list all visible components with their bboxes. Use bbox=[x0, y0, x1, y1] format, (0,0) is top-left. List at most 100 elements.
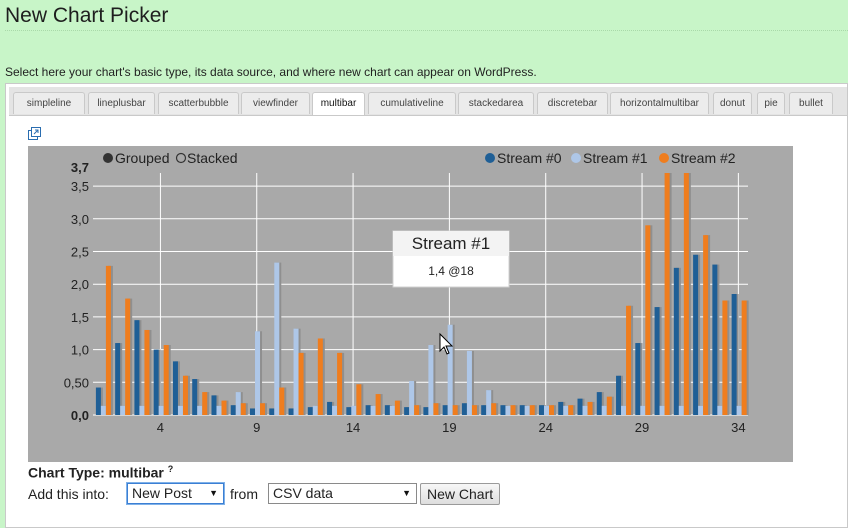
bar-stream-1 bbox=[139, 405, 145, 415]
bar-stream-1 bbox=[505, 405, 511, 415]
bar-stream-0 bbox=[288, 408, 294, 415]
bar-stream-2 bbox=[529, 405, 535, 415]
bar-stream-0 bbox=[693, 254, 699, 415]
bar-stream-2 bbox=[433, 403, 439, 415]
bar-stream-2 bbox=[471, 405, 477, 415]
bar-stream-0 bbox=[134, 320, 140, 415]
y-tick-label: 2,5 bbox=[71, 244, 89, 259]
bar-stream-0 bbox=[731, 294, 737, 415]
bar-stream-1 bbox=[717, 405, 723, 415]
bar-stream-2 bbox=[606, 396, 612, 415]
bar-stream-0 bbox=[635, 343, 641, 415]
bar-stream-0 bbox=[250, 408, 256, 415]
bar-stream-2 bbox=[548, 405, 555, 415]
bar-stream-2 bbox=[221, 400, 227, 415]
bar-stream-0 bbox=[153, 349, 159, 415]
bar-stream-1 bbox=[698, 405, 704, 415]
chart-type-label: Chart Type: multibar ? bbox=[28, 464, 173, 481]
y-tick-label: 0,50 bbox=[64, 375, 89, 390]
bar-stream-1 bbox=[543, 405, 549, 415]
bar-stream-1 bbox=[158, 405, 164, 415]
tab-simpleline[interactable]: simpleline bbox=[13, 92, 85, 114]
new-chart-button[interactable]: New Chart bbox=[420, 483, 501, 505]
bar-stream-1 bbox=[736, 405, 742, 415]
legend-swatch-icon bbox=[571, 153, 581, 163]
bar-stream-0 bbox=[481, 405, 487, 415]
bar-stream-1 bbox=[409, 380, 415, 415]
tab-cumulativeline[interactable]: cumulativeline bbox=[368, 92, 456, 114]
bar-stream-0 bbox=[192, 379, 198, 415]
help-icon[interactable]: ? bbox=[168, 464, 174, 474]
bar-stream-1 bbox=[640, 405, 646, 415]
page-description: Select here your chart's basic type, its… bbox=[5, 65, 537, 79]
chart-type-text: Chart Type: multibar bbox=[28, 464, 164, 481]
tooltip-title: Stream #1 bbox=[412, 234, 490, 253]
stacked-radio-icon bbox=[175, 152, 187, 164]
data-source-value: CSV data bbox=[273, 485, 333, 501]
data-source-select[interactable]: CSV data ▼ bbox=[268, 483, 417, 504]
grouped-radio-icon bbox=[103, 153, 113, 163]
chart-picker-panel: simpleline lineplusbar scatterbubble viewfi… bbox=[5, 83, 848, 528]
dropdown-arrow-icon: ▼ bbox=[402, 488, 411, 498]
tab-bullet[interactable]: bullet bbox=[789, 92, 833, 114]
page-title: New Chart Picker bbox=[5, 4, 169, 27]
tab-horizontalmultibar[interactable]: horizontalmultibar bbox=[610, 92, 709, 114]
bar-stream-0 bbox=[712, 264, 718, 415]
bar-stream-0 bbox=[365, 405, 371, 415]
y-max-label: 3,7 bbox=[71, 160, 89, 175]
bar-stream-2 bbox=[163, 345, 169, 415]
bar-stream-1 bbox=[235, 392, 241, 415]
bar-stream-2 bbox=[722, 300, 728, 415]
bar-stream-1 bbox=[255, 331, 261, 415]
bar-stream-1 bbox=[466, 350, 472, 415]
bar-stream-1 bbox=[389, 405, 395, 415]
bar-stream-0 bbox=[346, 407, 352, 415]
dropdown-arrow-icon: ▼ bbox=[209, 488, 218, 498]
bar-stream-2 bbox=[337, 352, 343, 415]
bar-stream-1 bbox=[582, 405, 588, 415]
y-tick-label: 2,0 bbox=[71, 277, 89, 292]
bar-stream-1 bbox=[486, 390, 492, 415]
tab-scatterbubble[interactable]: scatterbubble bbox=[158, 92, 239, 114]
bar-stream-1 bbox=[312, 405, 318, 415]
bar-stream-2 bbox=[703, 235, 709, 415]
x-tick-label: 24 bbox=[538, 420, 552, 435]
bar-stream-0 bbox=[577, 398, 583, 415]
tab-lineplusbar[interactable]: lineplusbar bbox=[88, 92, 155, 114]
tab-discretebar[interactable]: discretebar bbox=[537, 92, 608, 114]
bar-stream-1 bbox=[601, 405, 607, 415]
bar-stream-0 bbox=[115, 343, 121, 415]
bar-stream-2 bbox=[626, 305, 632, 415]
bar-stream-2 bbox=[317, 338, 323, 415]
add-into-label: Add this into: bbox=[28, 486, 109, 502]
tab-viewfinder[interactable]: viewfinder bbox=[241, 92, 310, 114]
bar-stream-0 bbox=[442, 405, 448, 415]
from-label: from bbox=[230, 486, 258, 502]
bar-stream-2 bbox=[491, 403, 497, 415]
bar-stream-0 bbox=[269, 408, 275, 415]
bar-stream-0 bbox=[327, 401, 333, 415]
bar-stream-2 bbox=[587, 401, 593, 415]
bar-stream-0 bbox=[404, 407, 410, 415]
bar-stream-0 bbox=[519, 405, 525, 415]
tooltip-value: 1,4 @18 bbox=[428, 264, 474, 278]
chart-area: 4 9 14 19 24 29 34 0,0 0,50 1,0 1,5 2,0 2,5 3,0 3,5 3,7… bbox=[28, 146, 793, 462]
bar-stream-0 bbox=[172, 361, 178, 415]
bar-stream-1 bbox=[120, 405, 126, 415]
x-tick-label: 19 bbox=[442, 420, 456, 435]
tab-donut[interactable]: donut bbox=[713, 92, 752, 114]
bar-stream-1 bbox=[428, 345, 434, 415]
tab-stackedarea[interactable]: stackedarea bbox=[458, 92, 534, 114]
x-tick-label: 14 bbox=[346, 420, 360, 435]
bar-stream-1 bbox=[293, 328, 299, 415]
bar-stream-0 bbox=[211, 395, 217, 415]
bar-stream-2 bbox=[375, 394, 381, 415]
tab-multibar[interactable]: multibar bbox=[312, 92, 365, 115]
bar-stream-0 bbox=[461, 403, 467, 415]
bar-stream-2 bbox=[260, 403, 266, 415]
popout-icon[interactable] bbox=[28, 127, 41, 140]
post-type-select[interactable]: New Post ▼ bbox=[127, 483, 224, 504]
bar-stream-2 bbox=[144, 329, 150, 415]
tab-pie[interactable]: pie bbox=[757, 92, 785, 114]
title-divider bbox=[5, 30, 848, 31]
